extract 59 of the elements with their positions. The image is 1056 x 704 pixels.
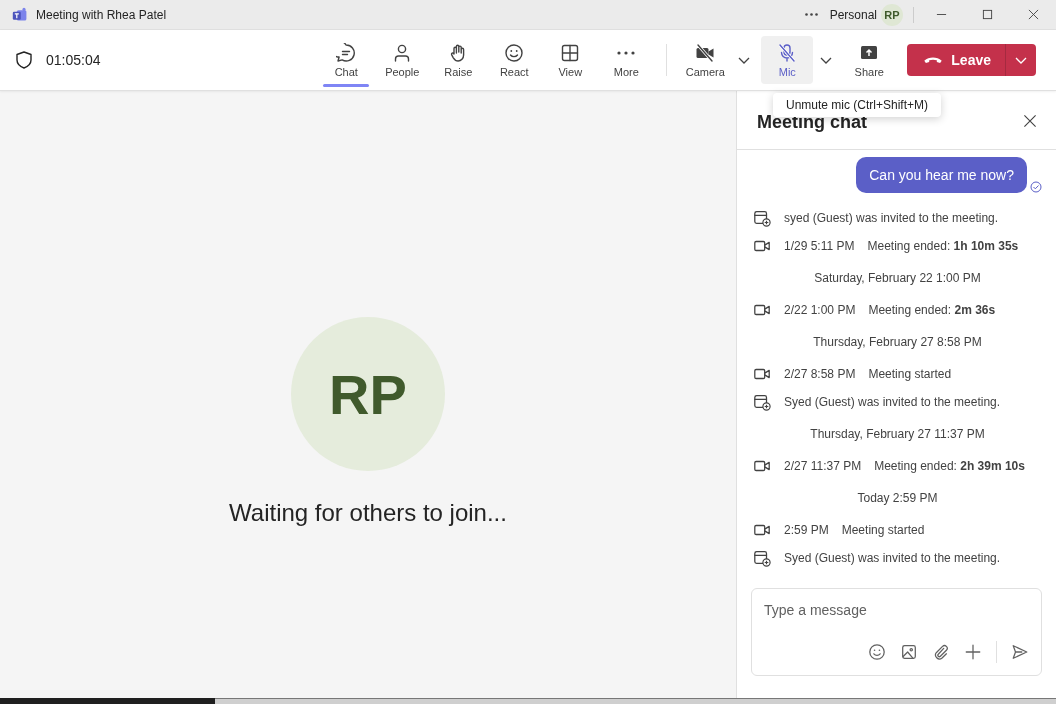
emoji-icon[interactable]	[868, 643, 886, 661]
calendar-add-icon	[753, 549, 771, 567]
maximize-icon[interactable]	[981, 9, 993, 20]
image-icon[interactable]	[900, 643, 918, 661]
date-divider: Today 2:59 PM	[857, 491, 938, 505]
more-options-icon[interactable]	[804, 13, 818, 16]
event-time: 2/27 11:37 PM	[784, 459, 862, 473]
event-time: 1/29 5:11 PM	[784, 239, 855, 253]
meeting-timer: 01:05:04	[46, 52, 101, 68]
hang-up-icon	[923, 57, 944, 63]
date-divider: Thursday, February 27 8:58 PM	[813, 335, 982, 349]
event-text: syed (Guest) was invited to the meeting.	[784, 211, 999, 225]
chevron-icon	[1014, 56, 1028, 64]
message-bubble[interactable]: Can you hear me now?	[856, 157, 1027, 193]
raise-button[interactable]: Raise	[432, 36, 485, 84]
muted-mic-icon	[777, 42, 798, 63]
close-icon[interactable]	[1027, 9, 1039, 20]
tooltip: Unmute mic (Ctrl+Shift+M)	[773, 93, 942, 117]
account-name[interactable]: Personal	[829, 7, 877, 22]
date-divider: Thursday, February 27 11:37 PM	[810, 427, 985, 441]
event-time: 2/22 1:00 PM	[784, 303, 856, 317]
camera-button[interactable]: Camera	[679, 36, 732, 84]
window-title: Meeting with Rhea Patel	[36, 7, 168, 22]
calendar-add-icon	[753, 393, 771, 411]
people-button[interactable]: People	[376, 36, 429, 84]
view-button[interactable]: View	[544, 36, 597, 84]
calendar-add-icon	[753, 209, 771, 227]
shield-icon	[14, 50, 34, 70]
event-text: Syed (Guest) was invited to the meeting.	[784, 395, 1001, 409]
plus-icon[interactable]	[964, 643, 982, 661]
react-icon	[504, 42, 525, 63]
participant-avatar: RP	[291, 317, 445, 471]
event-text: Meeting ended: 2m 36s	[868, 303, 996, 317]
chevron-icon[interactable]	[820, 56, 833, 64]
view-icon	[560, 42, 581, 63]
mic-button[interactable]: Mic	[761, 36, 814, 84]
event-time: 2/27 8:58 PM	[784, 367, 856, 381]
event-text: Meeting ended: 1h 10m 35s	[867, 239, 1019, 253]
paperclip-icon[interactable]	[932, 643, 950, 661]
chevron-icon[interactable]	[738, 56, 751, 64]
event-text: Meeting started	[841, 523, 925, 537]
event-text: Meeting started	[868, 367, 952, 381]
app-logo-icon	[12, 6, 28, 23]
react-button[interactable]: React	[488, 36, 541, 84]
muted-camera-icon	[695, 42, 716, 63]
read-receipt-icon	[1030, 181, 1042, 193]
event-text: Meeting ended: 2h 39m 10s	[874, 459, 1025, 473]
account-avatar[interactable]: RP	[881, 3, 903, 26]
date-divider: Saturday, February 22 1:00 PM	[814, 271, 981, 285]
send-icon[interactable]	[1011, 643, 1029, 661]
more-icon	[616, 50, 637, 55]
event-time: 2:59 PM	[784, 523, 829, 537]
more-button[interactable]: More	[600, 36, 653, 84]
chat-icon	[336, 42, 357, 63]
event-text: Syed (Guest) was invited to the meeting.	[784, 551, 1001, 565]
close-icon[interactable]	[1022, 113, 1038, 129]
waiting-message: Waiting for others to join...	[229, 499, 507, 527]
share-button[interactable]: Share	[843, 36, 896, 84]
chat-button[interactable]: Chat	[320, 36, 373, 84]
